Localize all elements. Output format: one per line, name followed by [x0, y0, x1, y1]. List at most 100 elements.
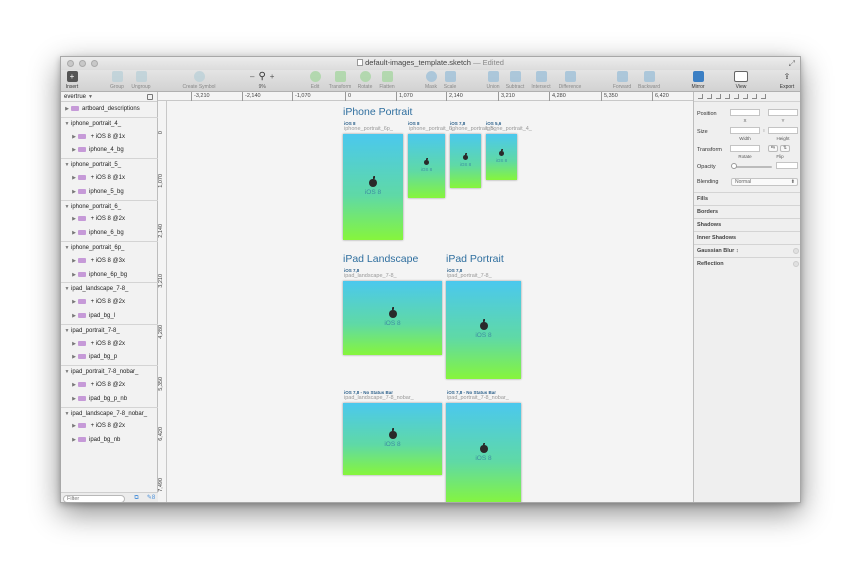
align-top-icon[interactable] [725, 94, 730, 99]
align-bottom-icon[interactable] [743, 94, 748, 99]
page-selector[interactable]: evertrue ▼ [61, 92, 157, 102]
artboard-name[interactable]: iphone_portrait_6p_ [344, 126, 393, 132]
layer-item[interactable]: ▶ + iOS 8 @1x [61, 131, 158, 145]
disclosure-closed-icon[interactable]: ▶ [70, 351, 78, 365]
horizontal-ruler[interactable]: -3,210 -2,140 -1,070 0 1,070 2,140 3,210… [182, 92, 693, 101]
align-right-icon[interactable] [716, 94, 721, 99]
layer-artboard[interactable]: ▼ ipad_portrait_7-8_ [61, 323, 158, 339]
disclosure-closed-icon[interactable]: ▶ [70, 227, 78, 241]
align-left-icon[interactable] [698, 94, 703, 99]
disclosure-closed-icon[interactable]: ▶ [63, 103, 71, 117]
reflection-section[interactable]: Reflection [694, 257, 800, 270]
disclosure-open-icon[interactable]: ▼ [63, 242, 71, 256]
blending-select[interactable]: Normal ⬍ [731, 178, 798, 186]
fullscreen-icon[interactable]: ⤢ [789, 59, 795, 69]
create-symbol-button[interactable]: Create Symbol [182, 71, 216, 90]
artboard-name[interactable]: iphone_portrait_4_ [486, 126, 532, 132]
distribute-h-icon[interactable] [752, 94, 757, 99]
artboard-name[interactable]: iphone_portrait_6_ [409, 126, 455, 132]
lock-ratio-icon[interactable]: ⁝ [761, 128, 767, 134]
layer-artboard[interactable]: ▼ iphone_portrait_6p_ [61, 241, 158, 255]
layer-item[interactable]: ▶ + iOS 8 @2x [61, 420, 158, 434]
layer-item[interactable]: ▶ ipad_bg_l [61, 310, 158, 324]
toggle-icon[interactable] [793, 248, 799, 254]
disclosure-open-icon[interactable]: ▼ [63, 201, 71, 215]
flip-horizontal-button[interactable]: ⇆ [768, 145, 778, 152]
filter-input[interactable] [63, 495, 125, 502]
disclosure-closed-icon[interactable]: ▶ [70, 338, 78, 352]
artboard-ipad-portrait[interactable]: iOS 8 [446, 281, 521, 379]
shadows-section[interactable]: Shadows [694, 218, 800, 231]
align-middle-icon[interactable] [734, 94, 739, 99]
fills-section[interactable]: Fills [694, 192, 800, 205]
toggle-icon[interactable] [793, 261, 799, 267]
scale-button[interactable]: Scale [433, 71, 467, 90]
disclosure-open-icon[interactable]: ▼ [63, 159, 71, 173]
disclosure-closed-icon[interactable]: ▶ [70, 269, 78, 283]
insert-button[interactable]: + Insert [61, 71, 89, 90]
disclosure-closed-icon[interactable]: ▶ [70, 172, 78, 186]
zoom-out-button[interactable]: – [250, 72, 254, 81]
artboard-name[interactable]: ipad_landscape_7-8_ [344, 273, 397, 279]
layer-item[interactable]: ▶ + iOS 8 @2x [61, 379, 158, 393]
artboard-name[interactable]: ipad_portrait_7-8_ [447, 273, 492, 279]
copy-icon[interactable]: ⧉ [133, 495, 140, 502]
rotate-input[interactable] [730, 145, 760, 152]
disclosure-closed-icon[interactable]: ▶ [70, 434, 78, 448]
flip-vertical-button[interactable]: ⇅ [780, 145, 790, 152]
layer-item[interactable]: ▶ + iOS 8 @3x [61, 255, 158, 269]
disclosure-closed-icon[interactable]: ▶ [70, 213, 78, 227]
disclosure-open-icon[interactable]: ▼ [63, 325, 71, 339]
inner-shadows-section[interactable]: Inner Shadows [694, 231, 800, 244]
disclosure-closed-icon[interactable]: ▶ [70, 296, 78, 310]
layer-item[interactable]: ▶ ipad_bg_nb [61, 434, 158, 448]
layer-artboard[interactable]: ▼ iphone_portrait_4_ [61, 116, 158, 132]
vertical-ruler[interactable]: 0 1,070 2,140 3,210 4,280 5,350 6,420 7,… [158, 101, 167, 502]
layer-item[interactable]: ▶ + iOS 8 @2x [61, 296, 158, 310]
disclosure-open-icon[interactable]: ▼ [63, 408, 71, 422]
disclosure-open-icon[interactable]: ▼ [63, 118, 71, 132]
artboard-iphone-5[interactable]: iOS 8 [450, 134, 481, 188]
gaussian-blur-section[interactable]: Gaussian Blur ↕ [694, 244, 800, 257]
artboard-iphone-6[interactable]: iOS 8 [408, 134, 445, 198]
artboard-name[interactable]: ipad_portrait_7-8_nobar_ [447, 395, 509, 401]
layer-item[interactable]: ▶ artboard_descriptions [61, 103, 158, 117]
ungroup-button[interactable]: Ungroup [124, 71, 158, 90]
position-y-input[interactable] [768, 109, 798, 116]
artboard-iphone-4[interactable]: iOS 8 [486, 134, 517, 180]
layer-artboard[interactable]: ▼ iphone_portrait_5_ [61, 158, 158, 172]
opacity-input[interactable] [776, 162, 798, 169]
layer-artboard[interactable]: ▼ iphone_portrait_6_ [61, 199, 158, 215]
position-x-input[interactable] [730, 109, 760, 116]
align-center-icon[interactable] [707, 94, 712, 99]
layer-item[interactable]: ▶ iphone_5_bg [61, 186, 158, 200]
layer-artboard[interactable]: ▼ ipad_landscape_7-8_ [61, 282, 158, 296]
disclosure-closed-icon[interactable]: ▶ [70, 186, 78, 200]
disclosure-closed-icon[interactable]: ▶ [70, 144, 78, 158]
opacity-slider-handle[interactable] [731, 163, 737, 169]
layer-item[interactable]: ▶ iphone_4_bg [61, 144, 158, 158]
artboard-iphone-6p[interactable]: iOS 8 [343, 134, 403, 240]
disclosure-closed-icon[interactable]: ▶ [70, 310, 78, 324]
view-button[interactable]: View [724, 71, 758, 90]
layer-item[interactable]: ▶ + iOS 8 @2x [61, 338, 158, 352]
layer-item[interactable]: ▶ ipad_bg_p [61, 351, 158, 365]
artboard-ipad-portrait-nobar[interactable]: iOS 8 [446, 403, 521, 502]
distribute-v-icon[interactable] [761, 94, 766, 99]
artboard-ipad-landscape-nobar[interactable]: iOS 8 [343, 403, 442, 475]
add-page-icon[interactable] [147, 94, 153, 100]
canvas[interactable]: iPhone Portrait iOS 8 iphone_portrait_6p… [167, 101, 693, 502]
disclosure-open-icon[interactable]: ▼ [63, 366, 71, 380]
disclosure-closed-icon[interactable]: ▶ [70, 131, 78, 145]
edit-count[interactable]: ✎8 [145, 495, 157, 502]
height-input[interactable] [768, 127, 798, 134]
disclosure-closed-icon[interactable]: ▶ [70, 255, 78, 269]
layer-item[interactable]: ▶ ipad_bg_p_nb [61, 393, 158, 407]
artboard-ipad-landscape[interactable]: iOS 8 [343, 281, 442, 355]
disclosure-closed-icon[interactable]: ▶ [70, 420, 78, 434]
disclosure-closed-icon[interactable]: ▶ [70, 393, 78, 407]
zoom-in-button[interactable]: + [270, 72, 275, 81]
layer-artboard[interactable]: ▼ ipad_landscape_7-8_nobar_ [61, 406, 158, 422]
layer-item[interactable]: ▶ iphone_6p_bg [61, 269, 158, 283]
artboard-name[interactable]: ipad_landscape_7-8_nobar_ [344, 395, 414, 401]
